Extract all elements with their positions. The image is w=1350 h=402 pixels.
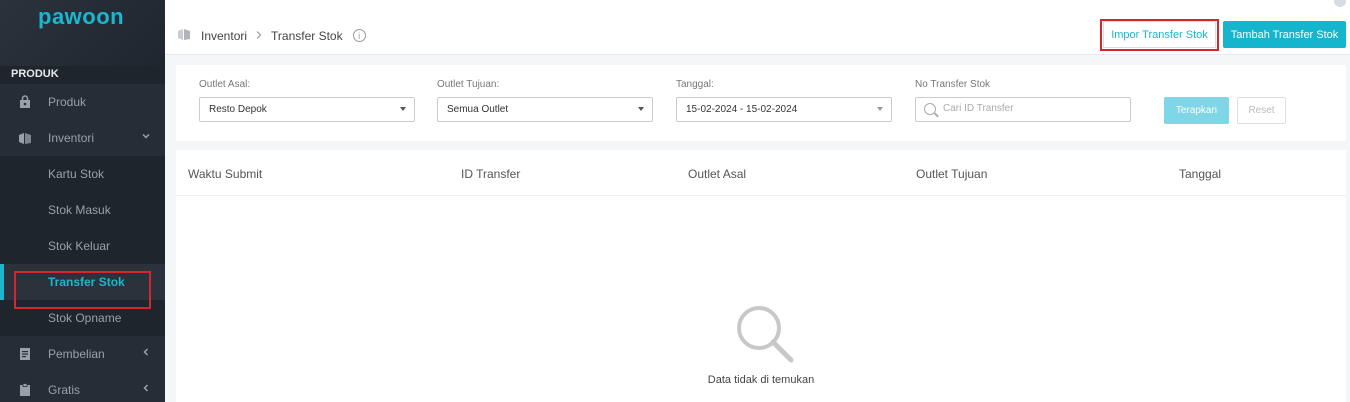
sidebar-item-label: Pembelian xyxy=(48,347,105,361)
empty-search-icon xyxy=(733,302,794,363)
caret-down-icon xyxy=(877,107,883,111)
search-icon xyxy=(924,103,936,115)
brand-area: pawoon xyxy=(0,0,165,66)
header: Inventori Transfer Stok i Impor Transfer… xyxy=(165,14,1350,55)
sidebar: pawoon PRODUK Produk Inventori Kartu Sto… xyxy=(0,0,165,402)
chevron-left-icon xyxy=(141,383,151,396)
transfer-table: Waktu Submit ID Transfer Outlet Asal Out… xyxy=(176,150,1346,402)
chevron-down-icon xyxy=(141,131,151,144)
sidebar-item-label: Produk xyxy=(48,95,87,109)
table-header: Waktu Submit ID Transfer Outlet Asal Out… xyxy=(176,150,1346,196)
pawoon-logo[interactable]: pawoon xyxy=(38,4,124,30)
column-header-tanggal: Tanggal xyxy=(1179,167,1222,181)
chevron-left-icon xyxy=(141,347,151,360)
info-icon[interactable]: i xyxy=(352,29,366,42)
sidebar-item-transfer-stok[interactable]: Transfer Stok xyxy=(0,264,165,300)
caret-down-icon xyxy=(638,107,644,111)
sidebar-item-label: Gratis xyxy=(48,383,81,397)
sidebar-item-gratis[interactable]: Gratis xyxy=(0,372,165,402)
clipboard-icon xyxy=(18,383,32,397)
date-range-value: 15-02-2024 - 15-02-2024 xyxy=(686,104,798,115)
sidebar-item-label: Stok Keluar xyxy=(48,239,111,253)
sidebar-item-label: Kartu Stok xyxy=(48,167,105,181)
transfer-id-search-input[interactable]: Cari ID Transfer xyxy=(915,97,1131,122)
breadcrumb-root[interactable]: Inventori xyxy=(201,29,247,43)
dest-outlet-value: Semua Outlet xyxy=(447,104,509,115)
sidebar-item-pembelian[interactable]: Pembelian xyxy=(0,336,165,372)
sidebar-item-label: Transfer Stok xyxy=(48,275,125,289)
sidebar-item-kartu-stok[interactable]: Kartu Stok xyxy=(0,156,165,192)
origin-outlet-value: Resto Depok xyxy=(209,104,267,115)
box-icon xyxy=(18,131,32,145)
column-header-outlet-tujuan: Outlet Tujuan xyxy=(916,167,988,181)
dest-outlet-select[interactable]: Semua Outlet xyxy=(437,97,653,122)
sidebar-item-stok-keluar[interactable]: Stok Keluar xyxy=(0,228,165,264)
date-range-select[interactable]: 15-02-2024 - 15-02-2024 xyxy=(676,97,892,122)
search-placeholder: Cari ID Transfer xyxy=(943,103,1014,114)
caret-down-icon xyxy=(400,107,406,111)
column-header-id-transfer: ID Transfer xyxy=(461,167,521,181)
sidebar-item-inventori[interactable]: Inventori xyxy=(0,120,165,156)
column-header-outlet-asal: Outlet Asal xyxy=(688,167,747,181)
origin-outlet-label: Outlet Asal: xyxy=(199,79,251,90)
sidebar-item-label: Stok Opname xyxy=(48,311,122,325)
sidebar-item-stok-masuk[interactable]: Stok Masuk xyxy=(0,192,165,228)
top-strip xyxy=(165,0,1350,14)
reset-button[interactable]: Reset xyxy=(1237,97,1286,124)
add-transfer-button[interactable]: Tambah Transfer Stok xyxy=(1223,21,1346,48)
chevron-right-icon xyxy=(255,29,263,43)
bag-icon xyxy=(18,95,32,109)
date-label: Tanggal: xyxy=(676,79,714,90)
empty-message: Data tidak di temukan xyxy=(707,374,815,386)
filter-panel: Outlet Asal: Resto Depok Outlet Tujuan: … xyxy=(176,65,1346,141)
breadcrumb: Inventori Transfer Stok i xyxy=(177,27,366,44)
dest-outlet-label: Outlet Tujuan: xyxy=(437,79,500,90)
sidebar-item-stok-opname[interactable]: Stok Opname xyxy=(0,300,165,336)
import-transfer-button[interactable]: Impor Transfer Stok xyxy=(1103,21,1216,48)
box-icon xyxy=(177,27,191,44)
origin-outlet-select[interactable]: Resto Depok xyxy=(199,97,415,122)
apply-button[interactable]: Terapkan xyxy=(1164,97,1229,124)
sidebar-item-produk[interactable]: Produk xyxy=(0,84,165,120)
sidebar-item-label: Inventori xyxy=(48,131,95,145)
user-avatar[interactable] xyxy=(1334,0,1346,7)
section-title-produk: PRODUK xyxy=(0,66,165,84)
column-header-waktu-submit: Waktu Submit xyxy=(188,167,263,181)
transfer-id-label: No Transfer Stok xyxy=(915,79,991,90)
empty-state: Data tidak di temukan xyxy=(176,196,1346,402)
document-icon xyxy=(18,347,32,361)
sidebar-item-label: Stok Masuk xyxy=(48,203,111,217)
page-title: Transfer Stok xyxy=(271,28,343,43)
